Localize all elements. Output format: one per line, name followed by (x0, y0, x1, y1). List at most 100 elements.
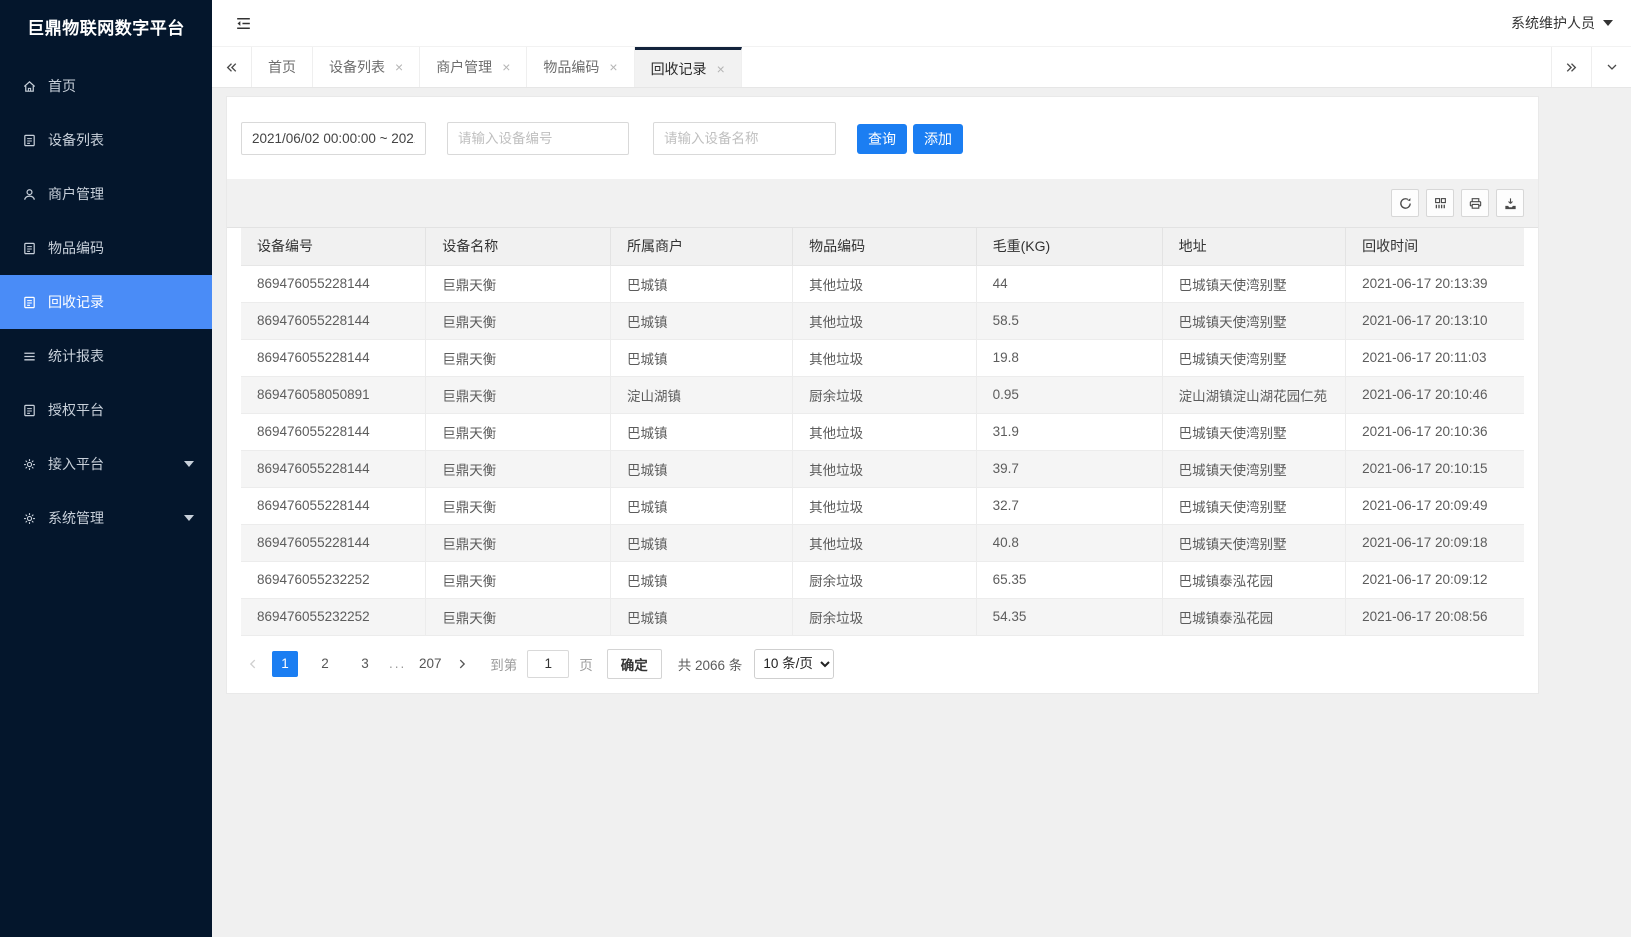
sidebar: 巨鼎物联网数字平台 首页 设备列表 商户管理 (0, 0, 212, 937)
goto-page-input[interactable] (527, 650, 569, 678)
table-cell: 巴城镇 (611, 487, 793, 524)
column-header-device-id: 设备编号 (241, 228, 426, 265)
page-button-last[interactable]: 207 (417, 651, 443, 677)
page-button-2[interactable]: 2 (312, 651, 338, 677)
table-cell: 巴城镇 (611, 524, 793, 561)
document-icon (22, 133, 37, 148)
add-button[interactable]: 添加 (913, 124, 963, 154)
prev-page-icon[interactable] (241, 651, 265, 677)
table-cell: 巨鼎天衡 (426, 561, 611, 598)
table-cell: 巴城镇 (611, 339, 793, 376)
sidebar-item-auth-platform[interactable]: 授权平台 (0, 383, 212, 437)
sidebar-item-home[interactable]: 首页 (0, 59, 212, 113)
close-icon[interactable]: × (395, 60, 403, 74)
table-cell: 54.35 (976, 598, 1162, 635)
table-row: 869476055228144巨鼎天衡巴城镇其他垃圾44巴城镇天使湾别墅2021… (241, 265, 1524, 302)
tabs-menu-chevron-icon[interactable] (1591, 47, 1631, 87)
table-cell: 巨鼎天衡 (426, 598, 611, 635)
sidebar-item-label: 物品编码 (48, 238, 104, 258)
pagination-bar: 1 2 3 ... 207 到第 页 确定 共 2066 条 10 条/页 (227, 636, 1538, 693)
table-row: 869476055228144巨鼎天衡巴城镇其他垃圾40.8巴城镇天使湾别墅20… (241, 524, 1524, 561)
next-page-icon[interactable] (450, 651, 474, 677)
sidebar-item-label: 系统管理 (48, 508, 104, 528)
export-icon[interactable] (1496, 189, 1524, 217)
table-cell: 869476055228144 (241, 302, 426, 339)
page-button-3[interactable]: 3 (352, 651, 378, 677)
table-cell: 40.8 (976, 524, 1162, 561)
table-body: 869476055228144巨鼎天衡巴城镇其他垃圾44巴城镇天使湾别墅2021… (241, 265, 1524, 635)
table-row: 869476055228144巨鼎天衡巴城镇其他垃圾32.7巴城镇天使湾别墅20… (241, 487, 1524, 524)
page-button-1[interactable]: 1 (272, 651, 298, 677)
table-cell: 巨鼎天衡 (426, 302, 611, 339)
tabs-scroll-right-icon[interactable] (1551, 47, 1591, 87)
tab-merchant-mgmt[interactable]: 商户管理 × (420, 47, 527, 87)
table-cell: 0.95 (976, 376, 1162, 413)
columns-icon[interactable] (1426, 189, 1454, 217)
chevron-down-icon (1603, 20, 1613, 26)
table-row: 869476058050891巨鼎天衡淀山湖镇厨余垃圾0.95淀山湖镇淀山湖花园… (241, 376, 1524, 413)
table-cell: 巴城镇天使湾别墅 (1162, 302, 1345, 339)
column-header-device-name: 设备名称 (426, 228, 611, 265)
confirm-button[interactable]: 确定 (607, 649, 662, 679)
brand-title: 巨鼎物联网数字平台 (0, 0, 212, 51)
table-cell: 巴城镇 (611, 413, 793, 450)
tab-device-list[interactable]: 设备列表 × (313, 47, 420, 87)
table-cell: 巨鼎天衡 (426, 524, 611, 561)
tab-home[interactable]: 首页 (252, 47, 313, 87)
column-header-weight: 毛重(KG) (976, 228, 1162, 265)
device-name-input[interactable] (653, 122, 836, 155)
table-row: 869476055228144巨鼎天衡巴城镇其他垃圾58.5巴城镇天使湾别墅20… (241, 302, 1524, 339)
table-cell: 44 (976, 265, 1162, 302)
tab-item-code[interactable]: 物品编码 × (527, 47, 634, 87)
goto-suffix-label: 页 (579, 654, 593, 674)
sidebar-item-access-platform[interactable]: 接入平台 (0, 437, 212, 491)
table-cell: 巨鼎天衡 (426, 450, 611, 487)
table-cell: 其他垃圾 (793, 302, 976, 339)
tab-bar: 首页 设备列表 × 商户管理 × 物品编码 × 回收记录 × (212, 46, 1631, 88)
tab-label: 物品编码 (543, 57, 599, 77)
printer-icon[interactable] (1461, 189, 1489, 217)
table-cell: 巴城镇天使湾别墅 (1162, 265, 1345, 302)
table-cell: 巴城镇天使湾别墅 (1162, 413, 1345, 450)
column-header-address: 地址 (1162, 228, 1345, 265)
table-cell: 2021-06-17 20:08:56 (1346, 598, 1524, 635)
table-cell: 2021-06-17 20:09:49 (1346, 487, 1524, 524)
table-cell: 巴城镇 (611, 265, 793, 302)
sidebar-menu: 首页 设备列表 商户管理 物品编码 (0, 59, 212, 545)
user-menu[interactable]: 系统维护人员 (1511, 13, 1613, 33)
main-area: 系统维护人员 首页 设备列表 × 商户管理 × 物品编码 × (212, 0, 1631, 937)
app-root: 巨鼎物联网数字平台 首页 设备列表 商户管理 (0, 0, 1631, 937)
sidebar-item-device-list[interactable]: 设备列表 (0, 113, 212, 167)
table-cell: 巴城镇 (611, 598, 793, 635)
top-header: 系统维护人员 (212, 0, 1631, 46)
table-row: 869476055228144巨鼎天衡巴城镇其他垃圾31.9巴城镇天使湾别墅20… (241, 413, 1524, 450)
date-range-input[interactable] (241, 122, 426, 155)
table-cell: 2021-06-17 20:13:39 (1346, 265, 1524, 302)
refresh-icon[interactable] (1391, 189, 1419, 217)
device-code-input[interactable] (447, 122, 629, 155)
tab-recycle-records[interactable]: 回收记录 × (635, 47, 742, 87)
table-row: 869476055228144巨鼎天衡巴城镇其他垃圾19.8巴城镇天使湾别墅20… (241, 339, 1524, 376)
table-cell: 巴城镇天使湾别墅 (1162, 450, 1345, 487)
query-button[interactable]: 查询 (857, 124, 907, 154)
menu-fold-icon[interactable] (234, 14, 253, 33)
tabs-scroll-left-icon[interactable] (212, 47, 252, 87)
table-cell: 巴城镇 (611, 450, 793, 487)
sidebar-item-merchant-mgmt[interactable]: 商户管理 (0, 167, 212, 221)
table-cell: 巴城镇 (611, 302, 793, 339)
table-cell: 巨鼎天衡 (426, 413, 611, 450)
sidebar-item-stat-reports[interactable]: 统计报表 (0, 329, 212, 383)
table-cell: 869476058050891 (241, 376, 426, 413)
pagination-ellipsis: ... (389, 656, 406, 671)
table-cell: 869476055228144 (241, 487, 426, 524)
close-icon[interactable]: × (717, 62, 725, 76)
table-cell: 869476055232252 (241, 598, 426, 635)
home-icon (22, 79, 37, 94)
sidebar-item-system-mgmt[interactable]: 系统管理 (0, 491, 212, 545)
close-icon[interactable]: × (502, 60, 510, 74)
sidebar-item-item-code[interactable]: 物品编码 (0, 221, 212, 275)
page-size-select[interactable]: 10 条/页 (754, 649, 834, 679)
column-header-item-code: 物品编码 (793, 228, 976, 265)
close-icon[interactable]: × (609, 60, 617, 74)
sidebar-item-recycle-records[interactable]: 回收记录 (0, 275, 212, 329)
